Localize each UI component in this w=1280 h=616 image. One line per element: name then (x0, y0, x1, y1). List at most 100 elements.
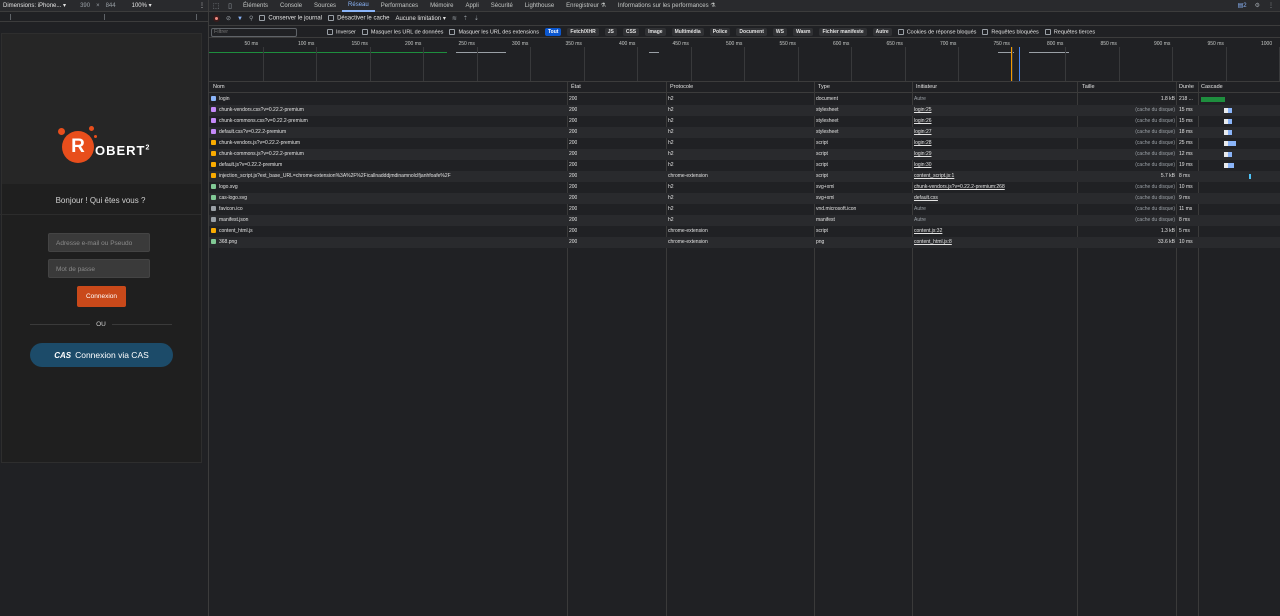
request-name-cell: chunk-commons.css?v=0.22.2-premium (211, 118, 566, 124)
request-row[interactable]: injection_script.js?ext_base_URL=chrome-… (209, 171, 1280, 182)
request-row[interactable]: chunk-vendors.js?v=0.22.2-premium 200 h2 sc… (209, 138, 1280, 149)
request-row[interactable]: content_html.js 200 chrome-extension script… (209, 226, 1280, 237)
request-type: manifest (816, 217, 835, 223)
request-initiator[interactable]: login:25 (914, 107, 1079, 113)
timeline-overview[interactable]: 50 ms 100 ms 150 ms 200 ms 250 ms 300 ms 350 m… (209, 38, 1280, 82)
request-type: svg+xml (816, 195, 835, 201)
request-row[interactable]: cas-logo.svg 200 h2 svg+xml default.css (cach… (209, 193, 1280, 204)
request-initiator[interactable]: chunk-vendors.js?v=0.22.2-premium:268 (914, 184, 1079, 190)
tab-sources[interactable]: Sources (308, 0, 342, 12)
issues-badge[interactable]: ▤2 (1238, 2, 1247, 9)
throttle-select[interactable]: Aucune limitation ▾ (395, 15, 445, 22)
column-size[interactable]: Taille (1080, 82, 1097, 92)
hide-extension-urls-checkbox[interactable]: Masquer les URL des extensions (449, 28, 539, 35)
column-name[interactable]: Nom (211, 82, 227, 92)
column-protocol[interactable]: Protocole (668, 82, 695, 92)
import-har-icon[interactable]: ⇡ (463, 15, 468, 22)
cas-login-button[interactable]: CAS Connexion via CAS (30, 343, 173, 367)
type-filter-css[interactable]: CSS (622, 28, 640, 36)
invert-checkbox[interactable]: Inverser (327, 28, 356, 35)
column-waterfall[interactable]: Cascade (1199, 82, 1225, 92)
column-type[interactable]: Type (816, 82, 832, 92)
column-status[interactable]: État (569, 82, 583, 92)
login-button[interactable]: Connexion (77, 286, 126, 307)
type-filter-manifest[interactable]: Fichier manifeste (819, 28, 867, 36)
more-icon[interactable]: ⋮ (1268, 2, 1274, 9)
type-filter-doc[interactable]: Document (736, 28, 767, 36)
tab-recorder[interactable]: Enregistreur ⚗ (560, 0, 612, 12)
zoom-label: 100% (131, 3, 147, 9)
cas-icon: CAS (54, 350, 72, 360)
tab-lighthouse[interactable]: Lighthouse (519, 0, 560, 12)
request-row[interactable]: favicon.ico 200 h2 vnd.microsoft.icon Autre (… (209, 204, 1280, 215)
type-filter-ws[interactable]: WS (772, 28, 787, 36)
timeline-label: 450 ms (672, 41, 689, 47)
type-filter-font[interactable]: Police (709, 28, 731, 36)
network-conditions-icon[interactable]: ≋ (452, 15, 457, 22)
request-initiator[interactable]: login:26 (914, 118, 1079, 124)
width-input[interactable]: 390 (80, 3, 90, 9)
column-initiator[interactable]: Initiateur (914, 82, 939, 92)
inspect-icon[interactable]: ⬚ (209, 2, 223, 10)
request-initiator[interactable]: default.css (914, 195, 1079, 201)
record-icon[interactable] (213, 15, 220, 22)
tab-network[interactable]: Réseau (342, 0, 375, 12)
blocked-cookies-checkbox[interactable]: Cookies de réponse bloqués (897, 28, 976, 35)
disable-cache-checkbox[interactable]: Désactiver le cache (328, 15, 389, 22)
request-initiator[interactable]: login:29 (914, 151, 1079, 157)
settings-icon[interactable]: ⚙ (1255, 2, 1260, 9)
search-icon[interactable]: ⚲ (249, 15, 253, 22)
request-row[interactable]: default.js?v=0.22.2-premium 200 h2 script lo… (209, 160, 1280, 171)
request-row[interactable]: logo.svg 200 h2 svg+xml chunk-vendors.js?v=0… (209, 182, 1280, 193)
request-row[interactable]: manifest.json 200 h2 manifest Autre (cache du… (209, 215, 1280, 226)
device-select[interactable]: Dimensions: iPhone... ▾ (3, 2, 66, 9)
type-filter-image[interactable]: Image (645, 28, 666, 36)
export-har-icon[interactable]: ⇣ (474, 15, 479, 22)
type-filter-media[interactable]: Multimédia (671, 28, 704, 36)
tab-console[interactable]: Console (274, 0, 308, 12)
blocked-requests-checkbox[interactable]: Requêtes bloquées (982, 28, 1039, 35)
type-filter-all[interactable]: Tout (544, 28, 562, 36)
tab-elements[interactable]: Éléments (237, 0, 274, 12)
filter-icon[interactable]: ▼ (237, 16, 243, 22)
type-filter-wasm[interactable]: Wasm (792, 28, 814, 36)
request-row[interactable]: chunk-vendors.css?v=0.22.2-premium 200 h2 s… (209, 105, 1280, 116)
more-options-icon[interactable]: ⋮ (199, 2, 205, 9)
tab-application[interactable]: Appli (459, 0, 484, 12)
request-size: 1.8 kB (1160, 96, 1175, 102)
tab-performance[interactable]: Performances (375, 0, 424, 12)
hide-data-urls-checkbox[interactable]: Masquer les URL de données (361, 28, 443, 35)
request-initiator[interactable]: content_html.js:8 (914, 239, 1079, 245)
waterfall-bar (1201, 97, 1225, 102)
filter-input[interactable] (211, 27, 297, 37)
request-initiator[interactable]: content_script.js:1 (914, 173, 1079, 179)
request-row[interactable]: chunk-commons.css?v=0.22.2-premium 200 h2 s… (209, 116, 1280, 127)
height-input[interactable]: 844 (106, 3, 116, 9)
password-field[interactable]: Mot de passe (48, 259, 150, 278)
request-row[interactable]: default.css?v=0.22.2-premium 200 h2 stylesh… (209, 127, 1280, 138)
type-filter-js[interactable]: JS (604, 28, 617, 36)
tab-memory[interactable]: Mémoire (424, 0, 459, 12)
column-time[interactable]: Durée (1177, 82, 1196, 92)
email-field[interactable]: Adresse e-mail ou Pseudo (48, 233, 150, 252)
request-initiator[interactable]: login:28 (914, 140, 1079, 146)
tab-performance-insights[interactable]: Informations sur les performances ⚗ (612, 0, 722, 12)
request-initiator[interactable]: content.js:32 (914, 228, 1079, 234)
device-toggle-icon[interactable]: ▯ (223, 2, 237, 10)
clear-icon[interactable]: ⊘ (226, 15, 231, 22)
request-status: 200 (569, 217, 578, 223)
request-row[interactable]: chunk-commons.js?v=0.22.2-premium 200 h2 sc… (209, 149, 1280, 160)
third-party-checkbox[interactable]: Requêtes tierces (1044, 28, 1095, 35)
request-row[interactable]: 368.png 200 chrome-extension png content_htm… (209, 237, 1280, 248)
tab-security[interactable]: Sécurité (485, 0, 519, 12)
request-initiator[interactable]: login:27 (914, 129, 1079, 135)
request-row[interactable]: login 200 h2 document Autre 1.8 kB 218 ... (209, 94, 1280, 105)
type-filter-other[interactable]: Autre (872, 28, 892, 36)
type-filter-fetch[interactable]: Fetch/XHR (567, 28, 599, 36)
request-time: 10 ms (1179, 239, 1193, 245)
preserve-log-checkbox[interactable]: Conserver le journal (259, 15, 322, 22)
request-initiator[interactable]: login:30 (914, 162, 1079, 168)
request-name: manifest.json (219, 217, 249, 223)
zoom-select[interactable]: 100% ▾ (132, 2, 152, 9)
request-type: script (816, 140, 828, 146)
